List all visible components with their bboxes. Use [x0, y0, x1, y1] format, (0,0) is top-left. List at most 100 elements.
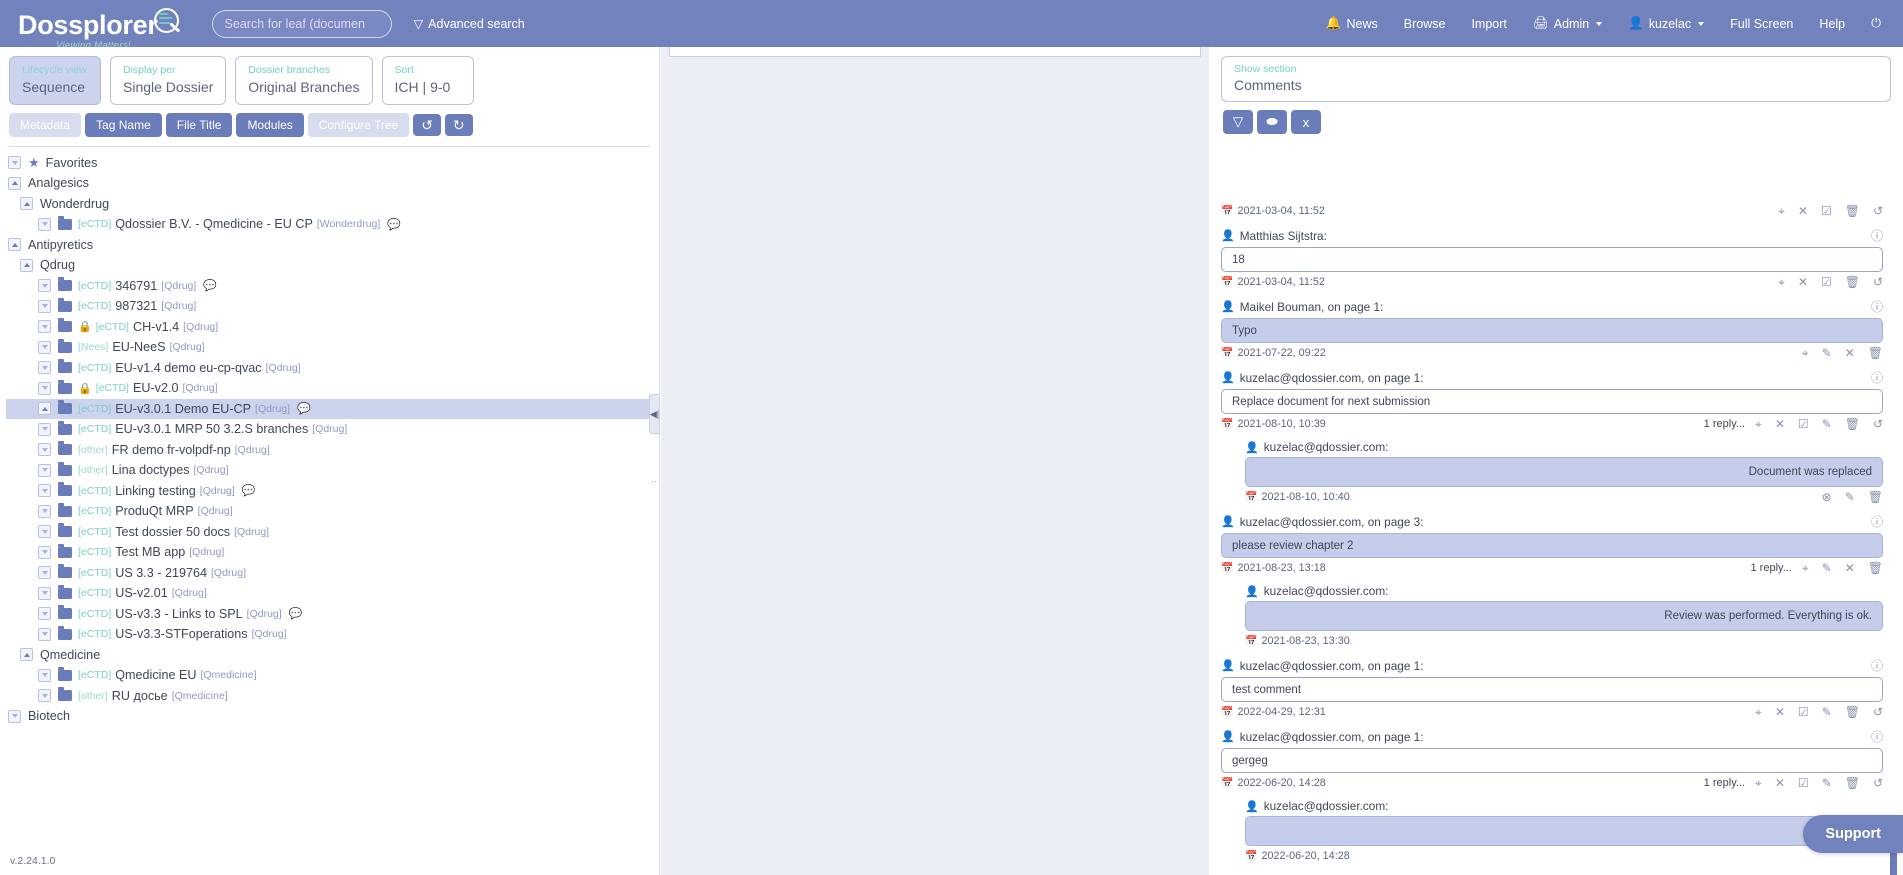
trash-icon[interactable]: 🗑	[1845, 418, 1860, 430]
comment-text-field[interactable]: 18	[1221, 247, 1883, 272]
tree-toggle-icon[interactable]	[8, 176, 21, 190]
restore-icon[interactable]: ↺	[1873, 205, 1883, 217]
edit-icon[interactable]: ✎	[1822, 347, 1832, 359]
location-icon[interactable]: ⌖	[1802, 347, 1809, 359]
tree-row[interactable]: [eCTD] US-v3.3-STFoperations [Qdrug]	[6, 624, 659, 645]
tree-row[interactable]: [eCTD] US-v2.01 [Qdrug]	[6, 583, 659, 604]
comment-text-field[interactable]: Review was performed. Everything is ok.	[1245, 601, 1883, 631]
tree-toggle-icon[interactable]	[38, 627, 51, 641]
filter-card-dossier-branches[interactable]: Dossier branches Original Branches	[235, 56, 373, 105]
tree-row[interactable]: ★ Favorites	[6, 153, 659, 174]
tree-row[interactable]: [eCTD] EU-v3.0.1 Demo EU-CP [Qdrug] 💬	[6, 398, 659, 420]
toolbar-button-file-title[interactable]: File Title	[165, 112, 233, 137]
comment-text-field[interactable]: please review chapter 2	[1221, 533, 1883, 558]
tree-row[interactable]: Biotech	[6, 706, 659, 727]
tree-row[interactable]: Qmedicine	[6, 645, 659, 666]
tree-row[interactable]: [eCTD] US-v3.3 - Links to SPL [Qdrug] 💬	[6, 604, 659, 625]
tree-row[interactable]: 🔒 [eCTD] CH-v1.4 [Qdrug]	[6, 317, 659, 338]
tree-row[interactable]: Wonderdrug	[6, 194, 659, 215]
close-icon[interactable]: ✕	[1775, 777, 1785, 789]
tree-row[interactable]: [other] FR demo fr-volpdf-np [Qdrug]	[6, 440, 659, 461]
tree-toggle-icon[interactable]	[38, 545, 51, 559]
advanced-search-link[interactable]: ▽ Advanced search	[414, 16, 525, 32]
tree-row[interactable]: [eCTD] Qmedicine EU [Qmedicine]	[6, 665, 659, 686]
tree-row[interactable]: [eCTD] Linking testing [Qdrug] 💬	[6, 481, 659, 502]
close-icon[interactable]: ✕	[1798, 276, 1808, 288]
comment-text-field[interactable]: test comment	[1221, 677, 1883, 702]
tree-toggle-icon[interactable]	[38, 484, 51, 498]
tree-row[interactable]: [eCTD] EU-v3.0.1 MRP 50 3.2.S branches [Qd…	[6, 419, 659, 440]
tree-toggle-icon[interactable]	[38, 402, 51, 416]
toolbar-button-tag-name[interactable]: Tag Name	[85, 112, 162, 137]
comment-text-field[interactable]: Replace document for next submission	[1221, 389, 1883, 414]
search-input[interactable]	[211, 9, 392, 38]
tree-row[interactable]: [eCTD] EU-v1.4 demo eu-cp-qvac [Qdrug]	[6, 358, 659, 379]
tree-toggle-icon[interactable]	[38, 566, 51, 580]
show-replies-link[interactable]: 1 reply...	[1704, 418, 1745, 430]
comment-icon[interactable]: ⬬	[1257, 110, 1287, 134]
cancel-circle-icon[interactable]: ⊗	[1822, 491, 1832, 503]
filter-icon[interactable]: ▽	[1223, 110, 1253, 134]
checkbox-icon[interactable]: ☑	[1798, 418, 1809, 430]
info-icon[interactable]: ⓘ	[1871, 369, 1883, 386]
nav-news[interactable]: 🔔 News	[1326, 16, 1378, 31]
logout-button[interactable]: ⏻	[1871, 16, 1881, 31]
comment-bubble-icon[interactable]: 💬	[203, 279, 217, 292]
checkbox-icon[interactable]: ☑	[1821, 276, 1832, 288]
tree-row[interactable]: Analgesics	[6, 173, 659, 194]
tree-toggle-icon[interactable]	[38, 381, 51, 395]
tree-row[interactable]: Antipyretics	[6, 235, 659, 256]
tree-toggle-icon[interactable]	[38, 504, 51, 518]
left-resize-dots[interactable]: ⋮	[651, 477, 661, 486]
tree-toggle-icon[interactable]	[8, 156, 21, 170]
tree-row[interactable]: [other] Lina doctypes [Qdrug]	[6, 460, 659, 481]
tree-toggle-icon[interactable]	[38, 607, 51, 621]
show-replies-link[interactable]: 1 reply...	[1704, 777, 1745, 789]
trash-icon[interactable]: 🗑	[1845, 276, 1860, 288]
toolbar-button-configure-tree[interactable]: Configure Tree	[307, 112, 410, 137]
filter-card-sort[interactable]: Sort ICH | 9-0	[381, 56, 474, 105]
comment-bubble-icon[interactable]: 💬	[242, 484, 256, 497]
nav-full-screen[interactable]: Full Screen	[1730, 17, 1793, 31]
info-icon[interactable]: ⓘ	[1871, 728, 1883, 745]
comment-bubble-icon[interactable]: 💬	[387, 218, 401, 231]
tree-toggle-icon[interactable]	[20, 197, 33, 211]
refresh-icon[interactable]: ↺	[413, 113, 441, 136]
tree-toggle-icon[interactable]	[38, 443, 51, 457]
info-icon[interactable]: ⓘ	[1871, 227, 1883, 244]
tree-toggle-icon[interactable]	[38, 217, 51, 231]
close-icon[interactable]: ✕	[1798, 205, 1808, 217]
tree-row[interactable]: [eCTD] Qdossier B.V. - Qmedicine - EU CP[…	[6, 214, 659, 235]
comment-text-field[interactable]	[1245, 816, 1883, 846]
trash-icon[interactable]: 🗑	[1868, 347, 1883, 359]
toolbar-button-modules[interactable]: Modules	[236, 112, 304, 137]
tree-toggle-icon[interactable]	[20, 648, 33, 662]
tree-row[interactable]: [eCTD] 346791 [Qdrug] 💬	[6, 276, 659, 297]
location-icon[interactable]: ⌖	[1802, 562, 1809, 574]
info-icon[interactable]: ⓘ	[1871, 513, 1883, 530]
trash-icon[interactable]: 🗑	[1845, 777, 1860, 789]
edit-icon[interactable]: ✎	[1822, 562, 1832, 574]
tree-toggle-icon[interactable]	[20, 258, 33, 272]
tree-row[interactable]: [eCTD] 987321 [Qdrug]	[6, 296, 659, 317]
tree-row[interactable]: [eCTD] US 3.3 - 219764 [Qdrug]	[6, 563, 659, 584]
tree-toggle-icon[interactable]	[38, 668, 51, 682]
close-icon[interactable]: ✕	[1775, 706, 1785, 718]
comment-bubble-icon[interactable]: 💬	[297, 402, 311, 415]
checkbox-icon[interactable]: ☑	[1798, 706, 1809, 718]
comment-text-field[interactable]: gergeg	[1221, 748, 1883, 773]
checkbox-icon[interactable]: ☑	[1798, 777, 1809, 789]
tree-toggle-icon[interactable]	[38, 299, 51, 313]
restore-icon[interactable]: ↺	[1873, 418, 1883, 430]
pencil-icon[interactable]: ✎	[1822, 777, 1832, 789]
trash-icon[interactable]: 🗑	[1868, 562, 1883, 574]
restore-icon[interactable]: ↺	[1873, 706, 1883, 718]
tree-row[interactable]: [eCTD] Test dossier 50 docs [Qdrug]	[6, 522, 659, 543]
nav-user-menu[interactable]: 👤 kuzelac	[1628, 16, 1705, 31]
tree-row[interactable]: [Nees] EU-NeeS [Qdrug]	[6, 337, 659, 358]
tree-toggle-icon[interactable]	[38, 586, 51, 600]
tree-toggle-icon[interactable]	[38, 361, 51, 375]
tree-toggle-icon[interactable]	[38, 689, 51, 703]
tree-toggle-icon[interactable]	[8, 709, 21, 723]
excel-export-icon[interactable]: x	[1291, 110, 1321, 134]
